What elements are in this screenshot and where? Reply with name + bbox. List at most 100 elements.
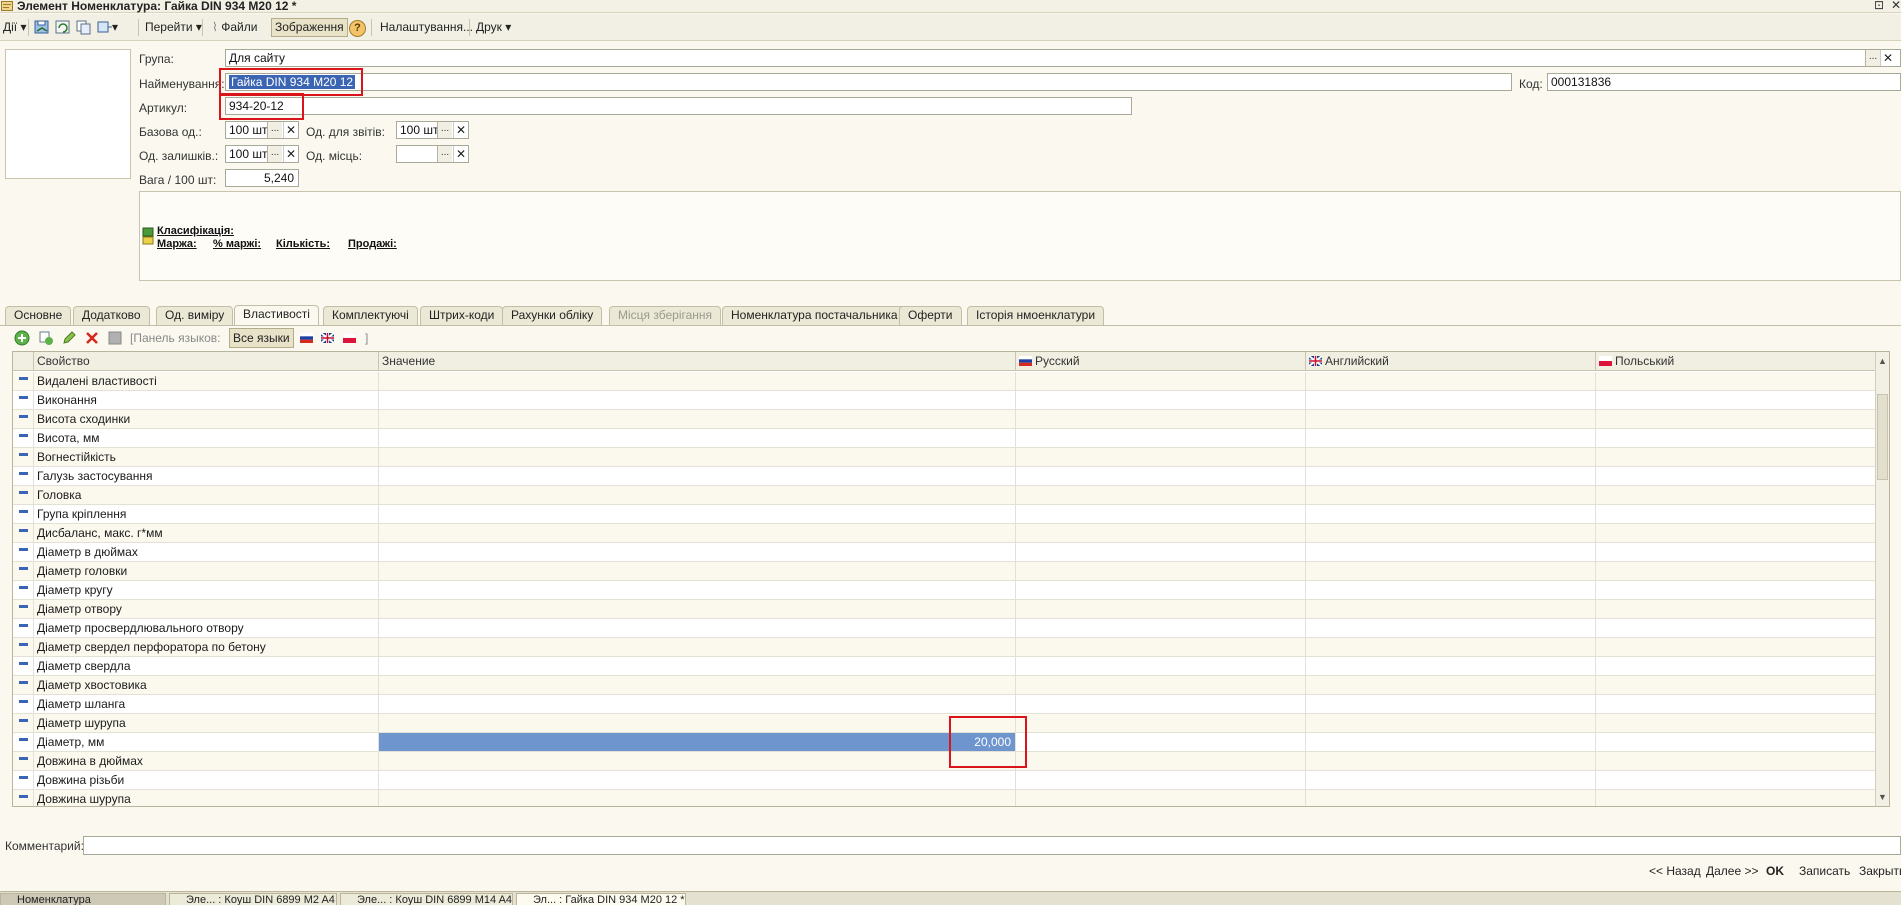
weight-field[interactable]: 5,240 [225, 169, 299, 187]
table-row[interactable]: Галузь застосування [13, 467, 1889, 486]
table-row[interactable]: Діаметр головки [13, 562, 1889, 581]
tab-supplier-nomenclature[interactable]: Номенклатура постачальника [722, 306, 907, 325]
table-row[interactable]: Діаметр отвору [13, 600, 1889, 619]
place-unit-field[interactable]: ... ✕ [396, 145, 469, 163]
margin-percent-link[interactable]: % маржі: [213, 238, 261, 250]
value-cell[interactable] [379, 467, 1016, 485]
images-button[interactable]: Зображення [271, 18, 348, 37]
polish-cell[interactable] [1596, 638, 1877, 656]
table-row[interactable]: Діаметр хвостовика [13, 676, 1889, 695]
taskbar-item-element-1[interactable]: Эле... : Коуш DIN 6899 M2 A4 [169, 893, 337, 905]
table-row[interactable]: Головка [13, 486, 1889, 505]
close-button[interactable]: Закрыть [1859, 864, 1901, 878]
value-cell[interactable] [379, 429, 1016, 447]
scroll-down-icon[interactable]: ▼ [1878, 792, 1887, 802]
polish-cell[interactable] [1596, 619, 1877, 637]
base-unit-clear-icon[interactable]: ✕ [283, 122, 298, 138]
taskbar-item-nomenclature[interactable]: Номенклатура [0, 893, 166, 905]
value-cell[interactable]: 20,000 [379, 733, 1016, 751]
value-cell[interactable] [379, 391, 1016, 409]
english-cell[interactable] [1306, 771, 1596, 789]
english-cell[interactable] [1306, 410, 1596, 428]
property-cell[interactable]: Видалені властивості [34, 372, 379, 390]
tab-barcodes[interactable]: Штрих-коди [420, 306, 504, 325]
value-cell[interactable] [379, 486, 1016, 504]
table-row[interactable]: Вогнестійкість [13, 448, 1889, 467]
polish-cell[interactable] [1596, 486, 1877, 504]
refresh-icon[interactable] [54, 19, 72, 36]
polish-cell[interactable] [1596, 448, 1877, 466]
column-header-polish[interactable]: Польський [1596, 352, 1877, 371]
property-cell[interactable]: Діаметр головки [34, 562, 379, 580]
value-cell[interactable] [379, 657, 1016, 675]
russian-cell[interactable] [1016, 752, 1306, 770]
polish-cell[interactable] [1596, 410, 1877, 428]
value-cell[interactable] [379, 752, 1016, 770]
russian-cell[interactable] [1016, 600, 1306, 618]
base-unit-select-button[interactable]: ... [267, 122, 282, 138]
table-row[interactable]: Виконання [13, 391, 1889, 410]
help-button[interactable]: ? [349, 18, 366, 37]
english-cell[interactable] [1306, 543, 1596, 561]
polish-cell[interactable] [1596, 676, 1877, 694]
property-cell[interactable]: Висота, мм [34, 429, 379, 447]
property-cell[interactable]: Виконання [34, 391, 379, 409]
english-cell[interactable] [1306, 429, 1596, 447]
property-cell[interactable]: Діаметр кругу [34, 581, 379, 599]
article-field[interactable]: 934-20-12 [225, 97, 1132, 115]
next-button[interactable]: Далее >> [1706, 864, 1759, 878]
value-cell[interactable] [379, 714, 1016, 732]
save-close-icon[interactable] [33, 19, 51, 36]
polish-cell[interactable] [1596, 505, 1877, 523]
tab-offers[interactable]: Оферти [899, 306, 962, 325]
russian-cell[interactable] [1016, 733, 1306, 751]
close-window-button[interactable]: ✕ [1891, 0, 1901, 12]
property-cell[interactable]: Діаметр свердел перфоратора по бетону [34, 638, 379, 656]
russian-cell[interactable] [1016, 505, 1306, 523]
english-cell[interactable] [1306, 638, 1596, 656]
russian-cell[interactable] [1016, 486, 1306, 504]
russian-cell[interactable] [1016, 410, 1306, 428]
actions-menu[interactable]: Дії ▾ [0, 18, 30, 37]
value-cell[interactable] [379, 524, 1016, 542]
english-cell[interactable] [1306, 790, 1596, 806]
property-cell[interactable]: Галузь застосування [34, 467, 379, 485]
column-header-property[interactable]: Свойство [34, 352, 379, 371]
property-cell[interactable]: Діаметр свердла [34, 657, 379, 675]
value-cell[interactable] [379, 448, 1016, 466]
value-cell[interactable] [379, 600, 1016, 618]
property-cell[interactable]: Діаметр, мм [34, 733, 379, 751]
polish-cell[interactable] [1596, 790, 1877, 806]
place-unit-select-button[interactable]: ... [437, 146, 452, 162]
table-row[interactable]: Група кріплення [13, 505, 1889, 524]
english-cell[interactable] [1306, 752, 1596, 770]
polish-cell[interactable] [1596, 391, 1877, 409]
polish-cell[interactable] [1596, 429, 1877, 447]
russian-cell[interactable] [1016, 619, 1306, 637]
property-cell[interactable]: Вогнестійкість [34, 448, 379, 466]
property-cell[interactable]: Висота сходинки [34, 410, 379, 428]
scroll-thumb[interactable] [1877, 394, 1888, 480]
polish-cell[interactable] [1596, 543, 1877, 561]
comment-field[interactable] [83, 836, 1901, 855]
copy-icon[interactable] [75, 19, 93, 36]
tab-units[interactable]: Од. виміру [156, 306, 234, 325]
print-menu[interactable]: Друк ▾ [473, 18, 514, 37]
margin-link[interactable]: Маржа: [157, 238, 197, 250]
copy-row-icon[interactable] [38, 330, 54, 346]
files-button[interactable]: ⌇ Файли [209, 18, 260, 37]
name-field[interactable]: Гайка DIN 934 M20 12 [225, 73, 1512, 91]
structure-dropdown[interactable]: ▾ [112, 18, 118, 37]
save-button[interactable]: Записать [1799, 864, 1850, 878]
english-cell[interactable] [1306, 505, 1596, 523]
english-cell[interactable] [1306, 676, 1596, 694]
settings-button[interactable]: Налаштування... [377, 18, 476, 37]
property-cell[interactable]: Діаметр шланга [34, 695, 379, 713]
tab-components[interactable]: Комплектуючі [323, 306, 418, 325]
column-header-english[interactable]: Английский [1306, 352, 1596, 371]
polish-cell[interactable] [1596, 714, 1877, 732]
english-cell[interactable] [1306, 714, 1596, 732]
report-unit-clear-icon[interactable]: ✕ [453, 122, 468, 138]
polish-cell[interactable] [1596, 695, 1877, 713]
table-row[interactable]: Діаметр свердла [13, 657, 1889, 676]
